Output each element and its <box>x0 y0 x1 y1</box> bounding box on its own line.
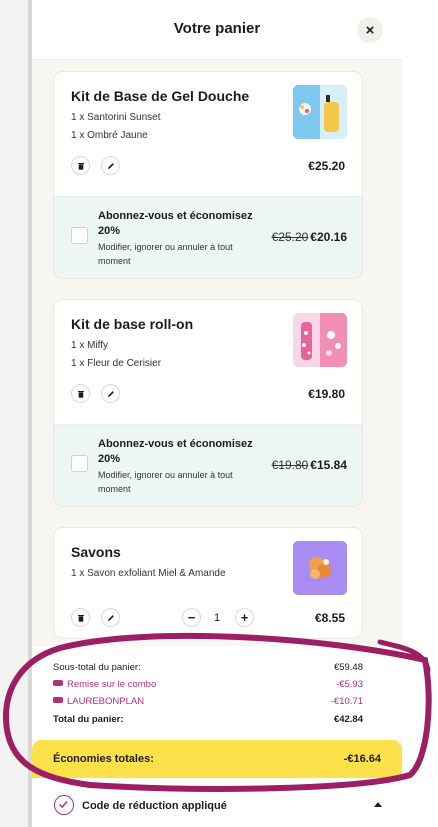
pencil-icon <box>108 391 114 397</box>
product-image[interactable] <box>293 85 347 139</box>
cart-drawer: Votre panier × Kit de Base de Gel Douche… <box>32 0 402 827</box>
total-savings-banner: Économies totales: -€16.64 <box>32 740 402 778</box>
item-variant: 1 x Savon exfoliant Miel & Amande <box>71 568 226 579</box>
subtotal-label: Sous-total du panier: <box>53 662 141 673</box>
delete-button[interactable] <box>71 608 90 627</box>
quantity-decrease-button[interactable]: − <box>182 608 201 627</box>
plus-icon: + <box>240 610 249 625</box>
edit-button[interactable] <box>101 608 120 627</box>
new-price: €15.84 <box>310 458 347 472</box>
cart-item-shower-gel-kit: Kit de Base de Gel Douche 1 x Santorini … <box>53 71 363 279</box>
cart-title: Votre panier <box>173 20 261 37</box>
edit-button[interactable] <box>101 384 120 403</box>
subscribe-checkbox[interactable] <box>71 455 88 472</box>
coupon-discount-value: -€10.71 <box>330 696 363 707</box>
subscribe-price: €19.80 €15.84 <box>272 458 347 472</box>
subscribe-title: Abonnez-vous et économisez 20% <box>98 438 253 465</box>
tag-icon <box>53 680 63 687</box>
item-variant: 1 x Fleur de Cerisier <box>71 358 162 369</box>
cart-item-soaps: Savons 1 x Savon exfoliant Miel & Amande… <box>53 527 363 639</box>
savings-label: Économies totales: <box>53 753 154 765</box>
subtotal-value: €59.48 <box>333 662 363 673</box>
trash-icon <box>78 163 84 170</box>
delete-button[interactable] <box>71 156 90 175</box>
trash-icon <box>78 391 84 398</box>
edit-button[interactable] <box>101 156 120 175</box>
item-title: Savons <box>71 544 121 560</box>
savings-value: -€16.64 <box>343 753 381 765</box>
page-backdrop <box>0 0 32 827</box>
total-label: Total du panier: <box>53 714 124 725</box>
subscribe-checkbox[interactable] <box>71 227 88 244</box>
subscribe-option[interactable]: Abonnez-vous et économisez 20% Modifier,… <box>54 424 362 506</box>
quantity-increase-button[interactable]: + <box>235 608 254 627</box>
delete-button[interactable] <box>71 384 90 403</box>
combo-discount-value: -€5.93 <box>336 679 363 690</box>
discount-code-label: Code de réduction appliqué <box>82 800 227 812</box>
cart-summary: Sous-total du panier: €59.48 Remise sur … <box>32 646 402 740</box>
item-price: €25.20 <box>308 159 345 173</box>
check-circle-icon <box>54 795 74 815</box>
minus-icon: − <box>187 610 196 625</box>
tag-icon <box>53 697 63 704</box>
trash-icon <box>78 615 84 622</box>
item-title: Kit de base roll-on <box>71 316 194 332</box>
close-icon: × <box>365 21 375 39</box>
old-price: €19.80 <box>271 458 309 472</box>
coupon-code-label: LAUREBONPLAN <box>67 696 145 707</box>
combo-discount-label: Remise sur le combo <box>67 679 157 690</box>
product-image[interactable] <box>293 313 347 367</box>
subscribe-price: €25.20 €20.16 <box>272 230 347 244</box>
item-variant: 1 x Ombré Jaune <box>71 130 148 141</box>
item-price: €19.80 <box>308 387 345 401</box>
subscribe-option[interactable]: Abonnez-vous et économisez 20% Modifier,… <box>54 196 362 278</box>
product-image[interactable] <box>293 541 347 595</box>
subscribe-title: Abonnez-vous et économisez 20% <box>98 210 253 237</box>
cart-item-roll-on-kit: Kit de base roll-on 1 x Miffy 1 x Fleur … <box>53 299 363 507</box>
discount-code-toggle[interactable]: Code de réduction appliqué <box>32 778 402 827</box>
pencil-icon <box>108 163 114 169</box>
item-variant: 1 x Santorini Sunset <box>71 112 161 123</box>
chevron-up-icon <box>374 802 382 807</box>
new-price: €20.16 <box>310 230 347 244</box>
old-price: €25.20 <box>271 230 309 244</box>
item-price: €8.55 <box>314 611 345 625</box>
item-title: Kit de Base de Gel Douche <box>71 88 250 104</box>
cart-header: Votre panier × <box>32 0 402 60</box>
total-value: €42.84 <box>333 714 363 725</box>
pencil-icon <box>108 615 114 621</box>
item-variant: 1 x Miffy <box>71 340 109 351</box>
subscribe-description: Modifier, ignorer ou annuler à tout mome… <box>98 470 233 494</box>
subscribe-description: Modifier, ignorer ou annuler à tout mome… <box>98 242 233 266</box>
close-button[interactable]: × <box>357 17 383 43</box>
quantity-value: 1 <box>214 612 221 624</box>
